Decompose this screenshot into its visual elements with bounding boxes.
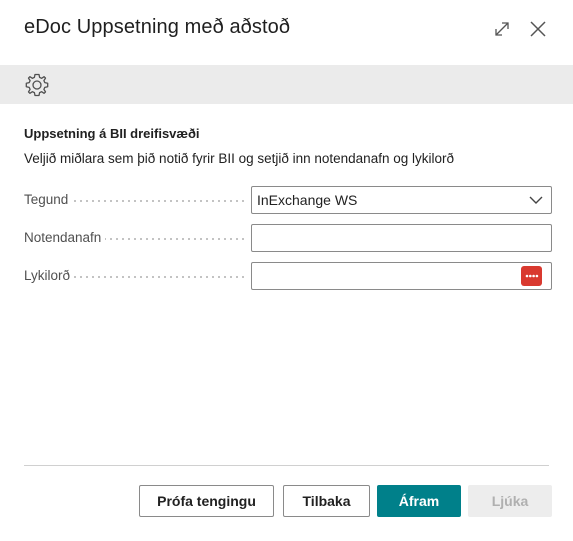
settings-button[interactable]: [24, 72, 50, 98]
next-button[interactable]: Áfram: [377, 485, 461, 517]
close-icon: [530, 21, 546, 37]
password-input[interactable]: [251, 262, 552, 290]
type-select[interactable]: InExchange WS: [251, 186, 552, 214]
close-button[interactable]: [527, 18, 549, 40]
field-row-password: Lykilorð: [24, 262, 552, 290]
title-actions: [491, 18, 549, 40]
section-description: Veljið miðlara sem þið notið fyrir BII o…: [24, 151, 454, 166]
type-select-value: InExchange WS: [257, 192, 358, 208]
type-label: Tegund: [24, 192, 73, 207]
field-row-type: Tegund InExchange WS: [24, 186, 552, 214]
username-label: Notendanafn: [24, 230, 106, 245]
expand-button[interactable]: [491, 18, 513, 40]
test-connection-button[interactable]: Prófa tengingu: [139, 485, 274, 517]
username-input[interactable]: [251, 224, 552, 252]
footer-divider: [24, 465, 549, 466]
edoc-setup-dialog: eDoc Uppsetning með aðstoð Uppsetning á …: [0, 0, 573, 541]
dialog-title: eDoc Uppsetning með aðstoð: [24, 16, 291, 38]
password-label: Lykilorð: [24, 268, 75, 283]
gear-icon: [25, 73, 49, 97]
toolbar: [0, 65, 573, 104]
more-dots-icon: [525, 274, 538, 278]
expand-icon: [495, 22, 509, 36]
password-manager-button[interactable]: [521, 266, 542, 286]
chevron-down-icon: [529, 196, 543, 204]
field-row-username: Notendanafn: [24, 224, 552, 252]
finish-button[interactable]: Ljúka: [468, 485, 552, 517]
section-title: Uppsetning á BII dreifisvæði: [24, 126, 200, 141]
back-button[interactable]: Tilbaka: [283, 485, 370, 517]
